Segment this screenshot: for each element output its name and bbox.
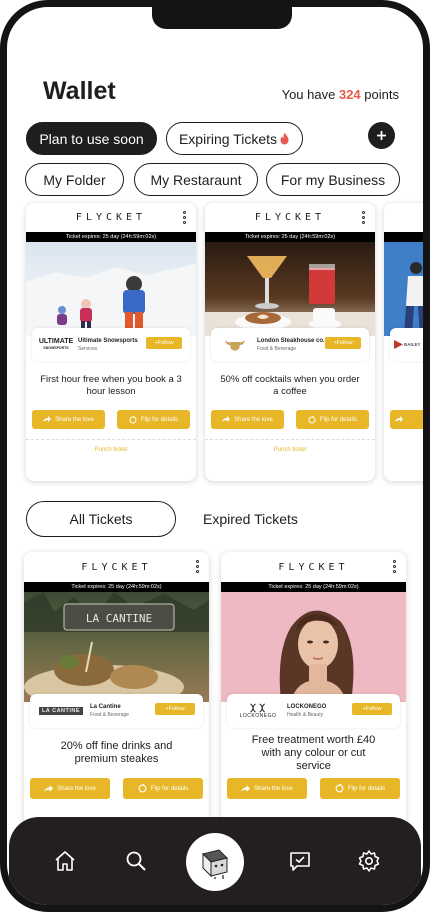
search-icon[interactable] <box>124 849 148 873</box>
ticket-card[interactable]: FLYCKET Ticket expires: 25 day (24h:59m:… <box>26 203 196 481</box>
follow-button[interactable]: +Follow <box>146 337 182 349</box>
share-button[interactable] <box>390 410 423 429</box>
filter-my-folder[interactable]: My Folder <box>25 163 124 196</box>
share-button[interactable]: Share the love <box>32 410 105 429</box>
share-icon <box>44 784 54 792</box>
ticket-card[interactable]: FLYCKET Ticket expires: 25 day (24h:59m:… <box>205 203 375 481</box>
tab-all-tickets[interactable]: All Tickets <box>26 501 176 537</box>
ticket-expiry: Ticket expires: 25 day (24h:59m:02s) <box>24 582 209 592</box>
offer-text: 20% off fine drinks and premium steakes <box>60 740 173 765</box>
business-info: London Steakhouse co. Food & Beverage +F… <box>211 328 369 361</box>
offer-text: Free treatment worth £40 with any colour… <box>251 733 376 772</box>
header: Wallet You have 324 points <box>43 77 399 107</box>
filter-for-my-business[interactable]: For my Business <box>266 163 400 196</box>
ticket-photo: LA CANTINE <box>24 592 209 702</box>
business-name: London Steakhouse co. <box>257 337 325 344</box>
ticket-card[interactable]: FLYCKET Ticket expires: 25 day (24h:59m:… <box>24 552 209 852</box>
svg-text:LA CANTINE: LA CANTINE <box>86 612 152 625</box>
home-icon[interactable] <box>53 849 77 873</box>
add-folder-button[interactable] <box>368 122 395 149</box>
flip-button[interactable]: Flip for details <box>296 410 369 429</box>
share-icon <box>241 784 251 792</box>
more-options-icon[interactable] <box>393 560 397 573</box>
mascot-button[interactable] <box>186 833 244 891</box>
business-category: Services <box>78 345 98 352</box>
share-button[interactable]: Share the love <box>30 778 110 799</box>
flip-icon <box>138 784 147 793</box>
brand-logo <box>384 203 423 232</box>
business-category: Health & Beauty <box>287 712 324 718</box>
brand-logo: FLYCKET <box>24 552 209 582</box>
flip-icon <box>308 415 316 423</box>
business-category: Food & Beverage <box>257 345 296 352</box>
share-icon <box>395 416 403 422</box>
punch-ticket-link[interactable]: Punch ticket <box>205 439 375 459</box>
follow-button[interactable]: +Follow <box>325 337 361 349</box>
ticket-expiry: Ticket expires: 25 day (24h:59m:02s) <box>205 232 375 242</box>
business-logo: BAILEY <box>394 337 421 353</box>
page-title: Wallet <box>43 77 116 105</box>
filter-expiring-tickets[interactable]: Expiring Tickets <box>166 122 303 155</box>
points-value: 324 <box>338 87 361 102</box>
points-summary: You have 324 points <box>281 87 399 102</box>
business-logo: ULTIMATE SNOWSPORTS <box>38 337 74 350</box>
ticket-card[interactable]: BAILEY 5 <box>384 203 423 481</box>
business-logo: LOCKONEGO <box>233 703 283 719</box>
brand-logo: FLYCKET <box>221 552 406 582</box>
tab-expired-tickets[interactable]: Expired Tickets <box>203 511 298 527</box>
settings-icon[interactable] <box>357 849 381 873</box>
ticket-card[interactable]: FLYCKET Ticket expires: 25 day (24h:59m:… <box>221 552 406 852</box>
follow-button[interactable]: +Follow <box>352 703 392 715</box>
ticket-photo <box>221 592 406 702</box>
business-name: Ultimate Snowsports <box>78 337 138 344</box>
business-logo: LA CANTINE <box>36 703 86 719</box>
offer-text: 5 <box>384 361 423 410</box>
follow-button[interactable]: +Follow <box>155 703 195 715</box>
business-name: La Cantine <box>90 704 121 710</box>
more-options-icon[interactable] <box>196 560 200 573</box>
share-button[interactable]: Share the love <box>227 778 307 799</box>
plus-icon <box>377 131 386 140</box>
ticket-photo <box>26 242 196 336</box>
bull-logo-icon <box>225 339 245 351</box>
more-options-icon[interactable] <box>362 211 366 224</box>
phone-frame: Wallet You have 324 points Plan to use s… <box>0 0 430 912</box>
lockonego-logo-icon <box>250 703 266 713</box>
flip-button[interactable]: Flip for details <box>123 778 203 799</box>
notch <box>152 7 292 29</box>
ticket-expiry <box>384 232 423 242</box>
business-category: Food & Beverage <box>90 712 129 718</box>
business-info: BAILEY <box>390 328 423 361</box>
flip-button[interactable]: Flip for details <box>117 410 190 429</box>
ticket-expiry: Ticket expires: 25 day (24h:59m:02s) <box>26 232 196 242</box>
share-button[interactable]: Share the love <box>211 410 284 429</box>
business-info: ULTIMATE SNOWSPORTS Ultimate Snowsports … <box>32 328 190 361</box>
ticket-check-icon[interactable] <box>288 849 312 873</box>
filter-my-restaurant[interactable]: My Restaraunt <box>134 163 258 196</box>
flip-icon <box>129 415 137 423</box>
business-info: LOCKONEGO LOCKONEGO Health & Beauty +Fol… <box>227 694 400 728</box>
business-name: LOCKONEGO <box>287 704 327 710</box>
offer-text: First hour free when you book a 3 hour l… <box>40 373 182 397</box>
flame-icon <box>279 132 290 145</box>
flip-icon <box>335 784 344 793</box>
share-icon <box>43 416 52 422</box>
ticket-expiry: Ticket expires: 25 day (24h:59m:02s) <box>221 582 406 592</box>
flip-button[interactable]: Flip for details <box>320 778 400 799</box>
share-icon <box>222 416 231 422</box>
ticket-photo <box>205 242 375 336</box>
ticket-photo <box>384 242 423 336</box>
business-logo <box>217 337 253 353</box>
filter-plan-to-use-soon[interactable]: Plan to use soon <box>26 122 157 155</box>
business-info: LA CANTINE La Cantine Food & Beverage +F… <box>30 694 203 728</box>
mascot-icon <box>202 849 228 879</box>
punch-ticket-link[interactable]: Punch ticket <box>26 439 196 459</box>
offer-text: 50% off cocktails when you order a coffe… <box>220 373 360 397</box>
more-options-icon[interactable] <box>183 211 187 224</box>
brand-logo: FLYCKET <box>205 203 375 232</box>
bottom-nav <box>9 817 421 905</box>
brand-logo: FLYCKET <box>26 203 196 232</box>
